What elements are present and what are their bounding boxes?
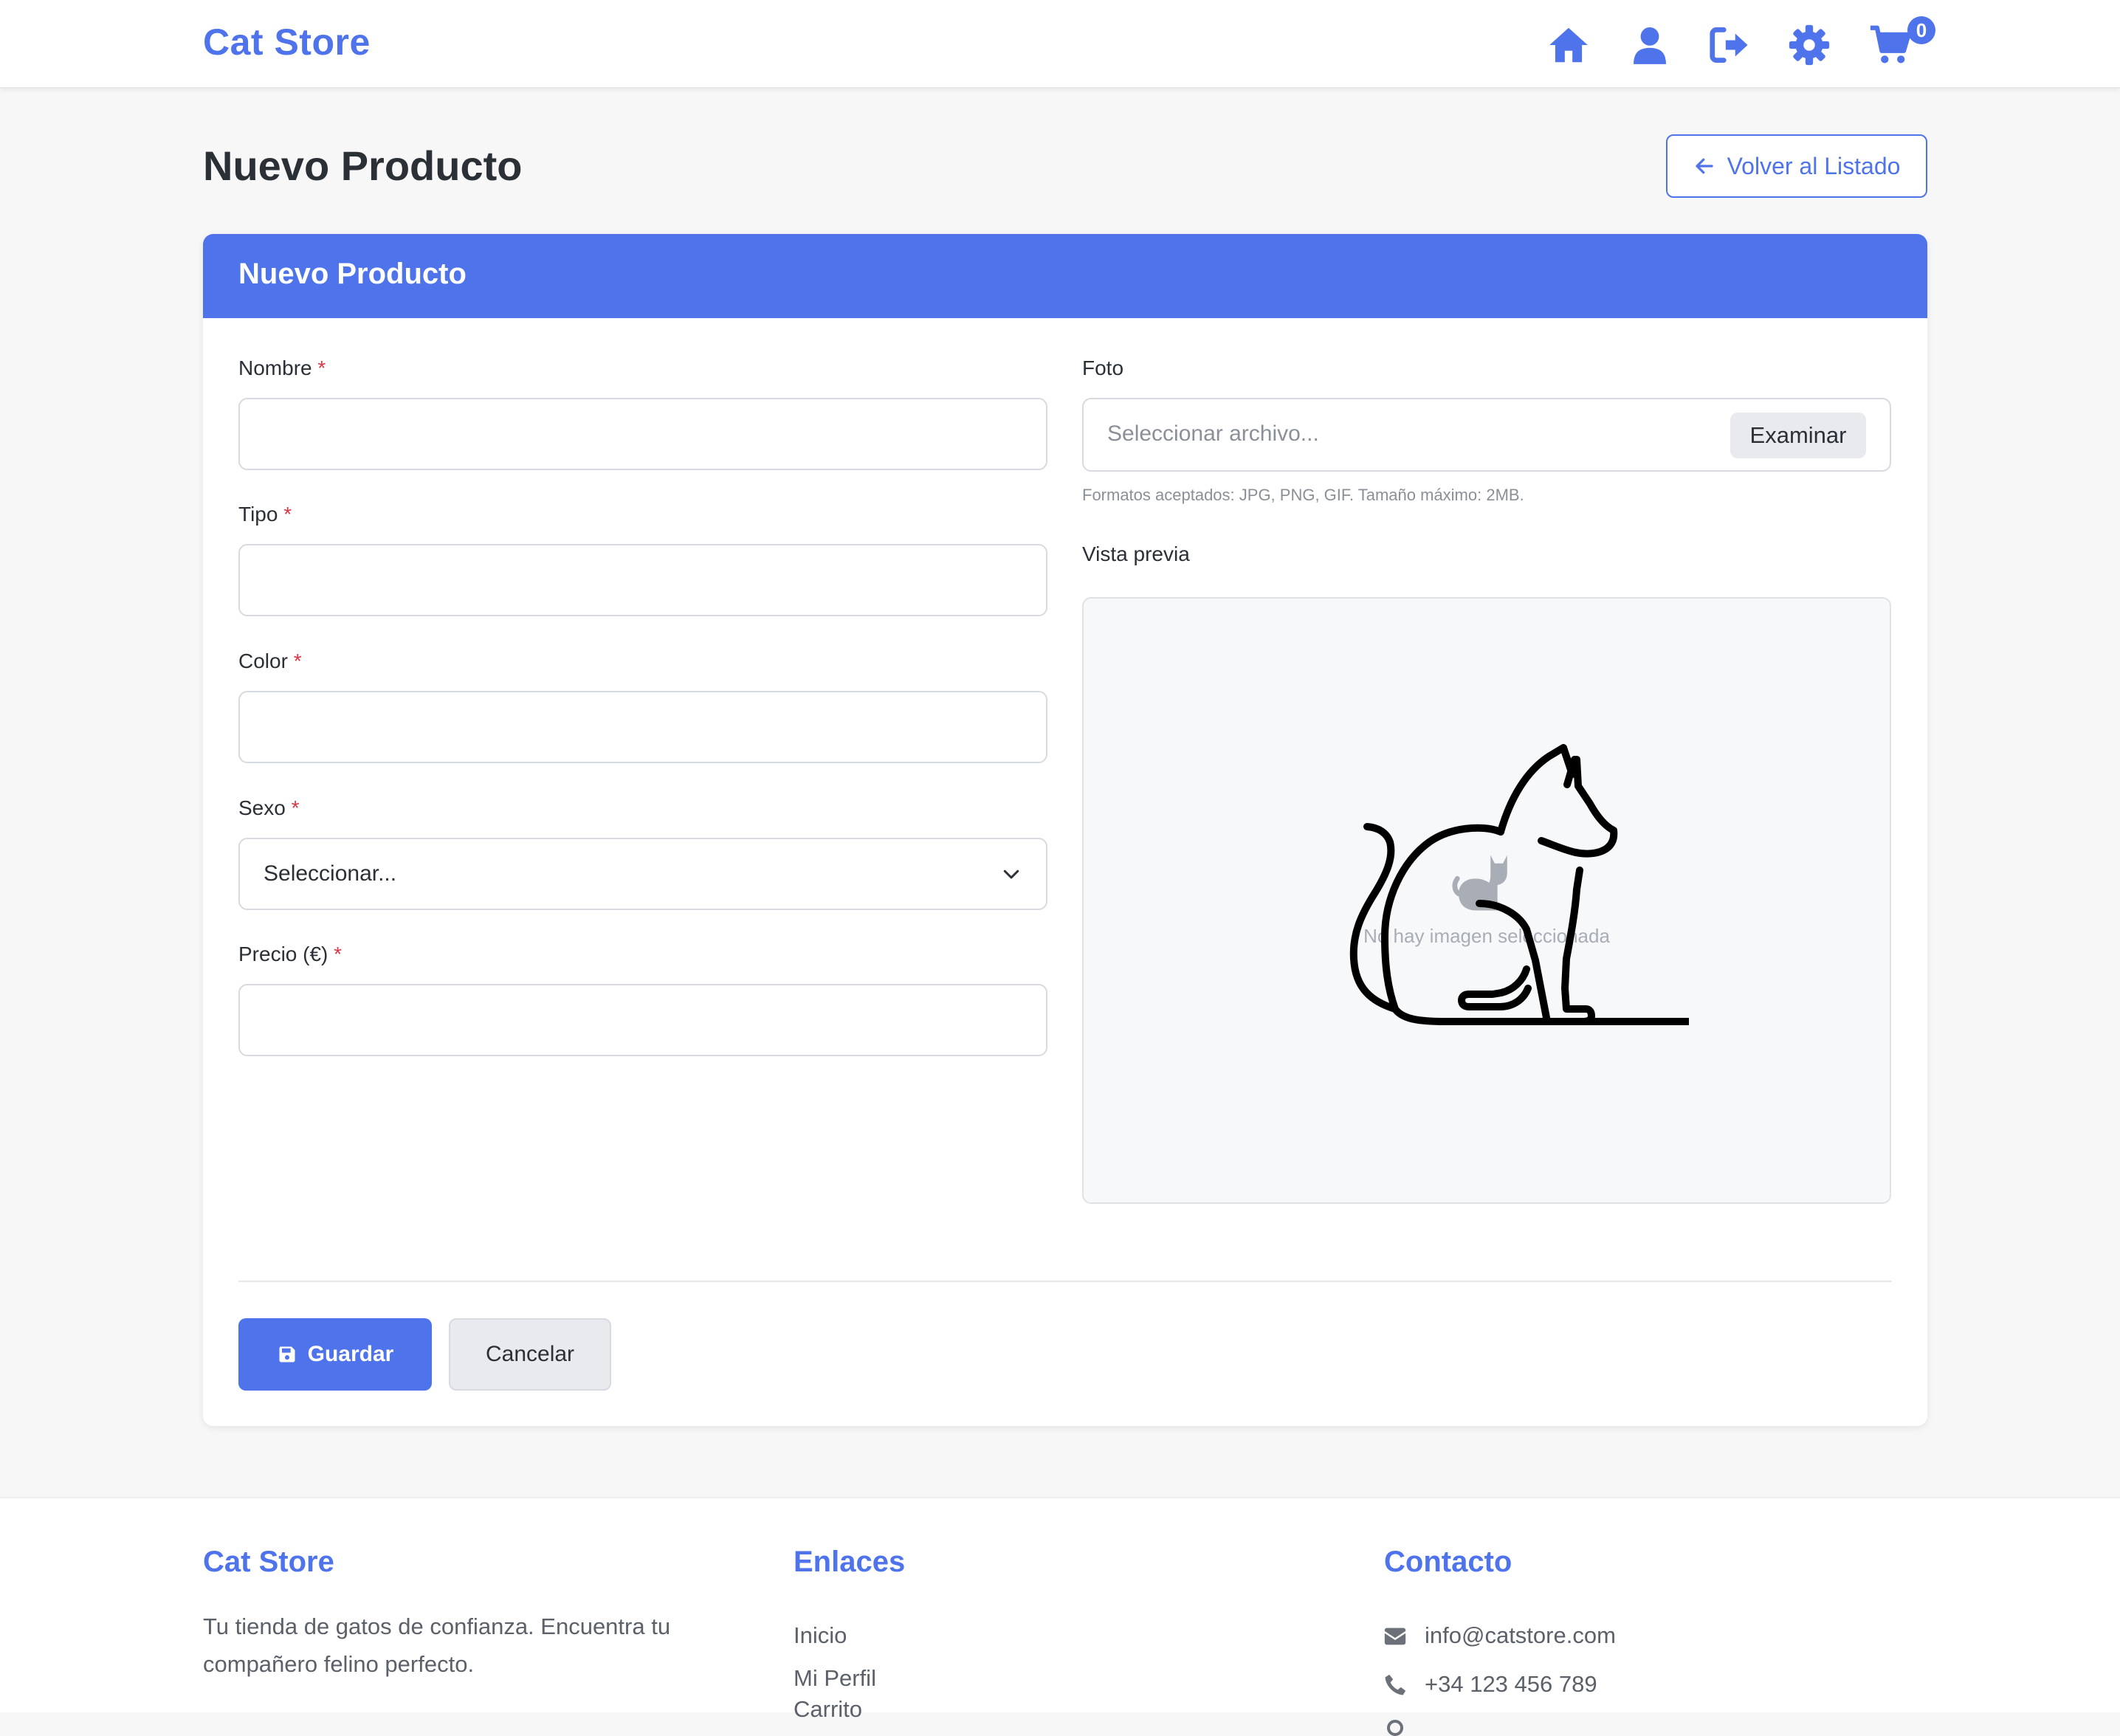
footer-contact-title: Contacto <box>1384 1546 1512 1578</box>
browse-button[interactable]: Examinar <box>1730 413 1866 458</box>
color-input[interactable] <box>238 691 1047 763</box>
sexo-selected-value: Seleccionar... <box>264 861 397 886</box>
save-button[interactable]: Guardar <box>238 1318 432 1391</box>
footer: Cat Store Tu tienda de gatos de confianz… <box>0 1497 2120 1736</box>
form-divider <box>238 1281 1892 1282</box>
tipo-input[interactable] <box>238 544 1047 616</box>
page-title: Nuevo Producto <box>203 142 523 189</box>
user-icon[interactable] <box>1627 22 1673 68</box>
cancel-button[interactable]: Cancelar <box>449 1318 611 1391</box>
home-icon[interactable] <box>1546 22 1591 68</box>
sexo-select[interactable]: Seleccionar... <box>238 838 1047 910</box>
footer-about-text: Tu tienda de gatos de confianza. Encuent… <box>203 1613 671 1677</box>
arrow-left-icon <box>1695 158 1713 174</box>
file-placeholder: Seleccionar archivo... <box>1107 421 1319 446</box>
file-help-text: Formatos aceptados: JPG, PNG, GIF. Tamañ… <box>1082 486 1524 504</box>
footer-links-title: Enlaces <box>794 1546 906 1578</box>
back-button-label: Volver al Listado <box>1727 152 1901 179</box>
contact-email[interactable]: info@catstore.com <box>1425 1622 1616 1649</box>
sexo-label: Sexo * <box>238 796 300 819</box>
required-mark: * <box>334 943 343 965</box>
precio-input[interactable] <box>238 984 1047 1056</box>
gear-icon[interactable] <box>1786 22 1832 68</box>
footer-link-perfil[interactable]: Mi Perfil <box>794 1665 876 1692</box>
nombre-label: Nombre * <box>238 356 326 379</box>
contact-phone[interactable]: +34 123 456 789 <box>1425 1671 1597 1698</box>
brand-logo[interactable]: Cat Store <box>203 21 371 63</box>
foto-label: Foto <box>1082 356 1124 379</box>
back-to-list-button[interactable]: Volver al Listado <box>1666 134 1927 198</box>
footer-link-carrito[interactable]: Carrito <box>794 1696 862 1723</box>
required-mark: * <box>291 796 300 819</box>
color-label: Color * <box>238 650 302 672</box>
chevron-down-icon <box>1003 869 1019 879</box>
save-icon <box>279 1346 295 1363</box>
required-mark: * <box>283 503 292 526</box>
cart-count-badge: 0 <box>1907 16 1935 44</box>
preview-label: Vista previa <box>1082 542 1190 565</box>
nombre-input[interactable] <box>238 398 1047 470</box>
cat-outline-icon <box>1349 744 1689 1025</box>
product-form-card: Nuevo Producto Nombre * Tipo * Color * S… <box>203 234 1927 1426</box>
logout-icon[interactable] <box>1707 22 1752 68</box>
cart-icon[interactable] <box>1868 22 1913 68</box>
location-icon <box>1387 1720 1403 1736</box>
tipo-label: Tipo * <box>238 503 292 526</box>
envelope-icon <box>1384 1628 1406 1645</box>
footer-link-inicio[interactable]: Inicio <box>794 1622 847 1649</box>
image-preview: No hay imagen seleccionada <box>1082 597 1891 1204</box>
save-button-label: Guardar <box>307 1342 394 1366</box>
required-mark: * <box>317 356 326 379</box>
footer-about-title: Cat Store <box>203 1546 334 1578</box>
phone-icon <box>1385 1674 1406 1695</box>
required-mark: * <box>293 650 302 672</box>
navbar: Cat Store 0 <box>0 0 2120 89</box>
foto-file-input[interactable]: Seleccionar archivo... Examinar <box>1082 398 1891 472</box>
precio-label: Precio (€) * <box>238 943 343 965</box>
card-title: Nuevo Producto <box>203 234 1927 318</box>
